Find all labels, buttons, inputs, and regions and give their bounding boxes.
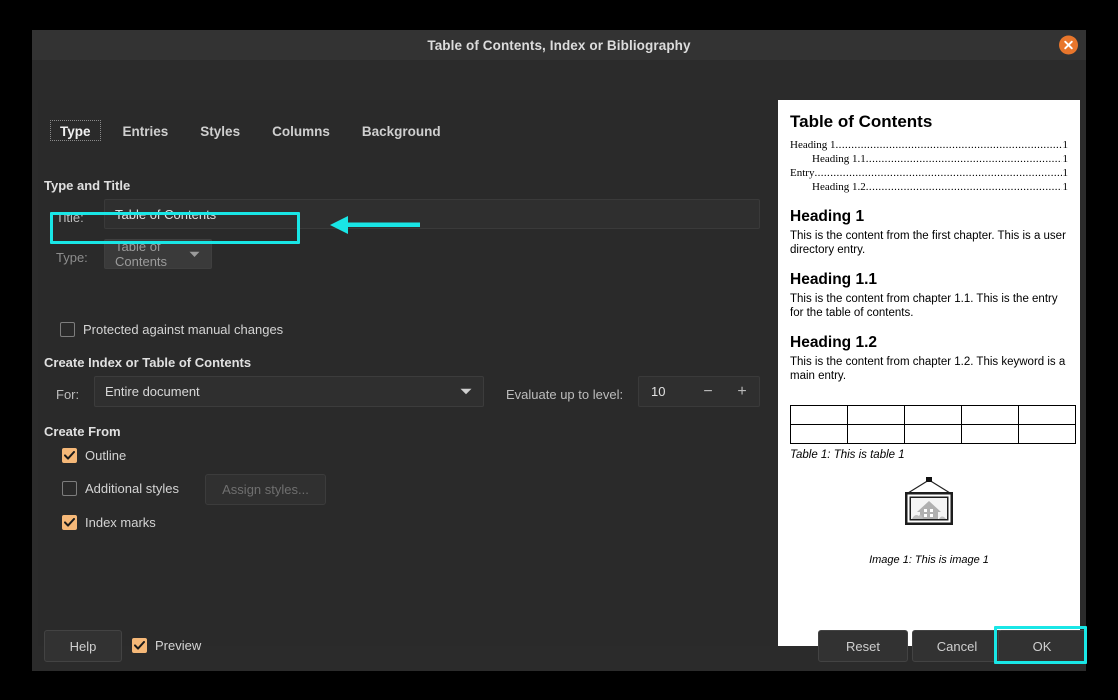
preview-label: Preview — [155, 638, 202, 653]
screen: Table of Contents, Index or Bibliography… — [0, 0, 1118, 700]
tab-type-label: Type — [60, 124, 91, 139]
checkbox-box — [62, 515, 77, 530]
toc-entry: Heading 1 ..............................… — [790, 138, 1068, 152]
toc-leader-dots: ........................................… — [865, 153, 1062, 165]
evaluate-up-to-level-spinner[interactable]: 10 − + — [638, 376, 760, 407]
preview-image-caption: Image 1: This is image 1 — [869, 554, 989, 566]
type-tab-panel: Type and Title Title: Table of Contents … — [38, 142, 770, 646]
toc-entry-page: 1 — [1062, 139, 1069, 151]
type-dropdown[interactable]: Table of Contents — [104, 239, 212, 269]
toc-entry-text: Heading 1.1 — [812, 153, 866, 165]
toc-leader-dots: ........................................… — [865, 181, 1062, 193]
preview-paragraph: This is the content from chapter 1.1. Th… — [790, 293, 1058, 319]
preview-paragraph: This is the content from chapter 1.2. Th… — [790, 356, 1066, 382]
title-label: Title: — [56, 210, 84, 225]
tab-entries-label: Entries — [122, 124, 169, 139]
checkbox-box — [62, 448, 77, 463]
preview-heading: Heading 1.2 — [790, 334, 877, 351]
protected-label: Protected against manual changes — [83, 322, 284, 337]
preview-heading: Heading 1 — [790, 208, 865, 225]
checkbox-box — [132, 638, 147, 653]
for-dropdown[interactable]: Entire document — [94, 376, 484, 407]
tab-background-label: Background — [361, 124, 441, 139]
tab-styles-label: Styles — [200, 124, 241, 139]
preview-heading: Heading 1.1 — [790, 271, 877, 288]
ok-button[interactable]: OK — [998, 630, 1086, 662]
toc-entry-page: 1 — [1062, 167, 1069, 179]
for-dropdown-value: Entire document — [105, 384, 200, 399]
preview-toc-list: Heading 1 ..............................… — [790, 138, 1068, 194]
spinner-decrement-button[interactable]: − — [691, 377, 725, 406]
toc-index-bibliography-dialog: Table of Contents, Index or Bibliography… — [32, 30, 1086, 671]
table-row — [790, 405, 1076, 425]
chevron-down-icon — [454, 388, 483, 395]
table-cell — [904, 405, 962, 425]
toc-entry: Heading 1.2 ............................… — [790, 180, 1068, 194]
framed-picture-icon — [886, 475, 972, 542]
preview-table — [790, 405, 1076, 444]
additional-styles-label: Additional styles — [85, 481, 179, 496]
dialog-titlebar: Table of Contents, Index or Bibliography — [32, 30, 1086, 60]
help-button[interactable]: Help — [44, 630, 122, 662]
table-cell — [847, 405, 905, 425]
toc-entry-text: Heading 1.2 — [812, 181, 866, 193]
section-heading-create-index: Create Index or Table of Contents — [44, 355, 252, 370]
preview-paragraph: This is the content from the first chapt… — [790, 230, 1066, 256]
for-label: For: — [56, 387, 80, 402]
preview-checkbox[interactable]: Preview — [132, 638, 201, 653]
table-cell — [1018, 424, 1076, 444]
table-row — [790, 424, 1076, 444]
outline-checkbox[interactable]: Outline — [62, 448, 126, 463]
dialog-content-panel: Type Entries Styles Columns Background T… — [38, 100, 770, 646]
table-cell — [847, 424, 905, 444]
toc-entry-page: 1 — [1062, 153, 1069, 165]
table-cell — [904, 424, 962, 444]
evaluate-up-to-level-label: Evaluate up to level: — [506, 387, 624, 402]
checkbox-box — [62, 481, 77, 496]
type-dropdown-value: Table of Contents — [115, 239, 168, 269]
assign-styles-button[interactable]: Assign styles... — [205, 474, 326, 505]
table-cell — [790, 424, 848, 444]
preview-panel: Table of Contents Heading 1 ............… — [778, 100, 1080, 646]
toc-entry-page: 1 — [1062, 181, 1069, 193]
index-marks-label: Index marks — [85, 515, 156, 530]
toc-entry: Entry ..................................… — [790, 166, 1068, 180]
dialog-footer: Help Preview Reset Cancel OK — [32, 616, 1086, 671]
protected-against-manual-changes-checkbox[interactable]: Protected against manual changes — [60, 322, 283, 337]
additional-styles-checkbox[interactable]: Additional styles — [62, 481, 179, 496]
cancel-button[interactable]: Cancel — [912, 630, 1002, 662]
preview-table-body — [790, 405, 1076, 444]
table-cell — [1018, 405, 1076, 425]
toc-entry: Heading 1.1 ............................… — [790, 152, 1068, 166]
toc-leader-dots: ........................................… — [835, 139, 1062, 151]
toc-entry-text: Entry — [790, 167, 815, 179]
dialog-body: Type Entries Styles Columns Background T… — [32, 60, 1086, 671]
toc-entry-text: Heading 1 — [790, 139, 836, 151]
table-cell — [790, 405, 848, 425]
close-icon[interactable] — [1059, 35, 1078, 55]
preview-table-caption: Table 1: This is table 1 — [790, 449, 905, 461]
title-input[interactable]: Table of Contents — [104, 199, 760, 229]
section-heading-type-and-title: Type and Title — [44, 178, 131, 193]
section-heading-create-from: Create From — [44, 424, 121, 439]
index-marks-checkbox[interactable]: Index marks — [62, 515, 156, 530]
outline-label: Outline — [85, 448, 127, 463]
evaluate-value[interactable]: 10 — [639, 384, 691, 399]
chevron-down-icon — [183, 251, 211, 258]
tab-columns-label: Columns — [272, 124, 330, 139]
reset-button[interactable]: Reset — [818, 630, 908, 662]
checkbox-box — [60, 322, 75, 337]
preview-image-block: Image 1: This is image 1 — [790, 475, 1068, 566]
table-cell — [961, 405, 1019, 425]
tab-bar: Type Entries Styles Columns Background — [44, 110, 457, 146]
table-cell — [961, 424, 1019, 444]
type-label: Type: — [56, 250, 88, 265]
dialog-title: Table of Contents, Index or Bibliography — [427, 37, 691, 53]
preview-toc-title: Table of Contents — [790, 112, 933, 131]
spinner-increment-button[interactable]: + — [725, 377, 759, 406]
toc-leader-dots: ........................................… — [814, 167, 1062, 179]
